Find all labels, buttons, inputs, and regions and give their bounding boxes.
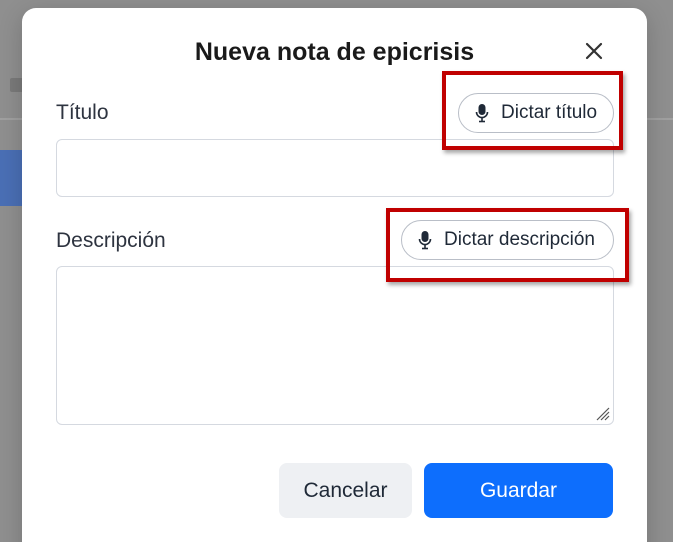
title-field-label: Título (56, 101, 109, 124)
background-sidebar-accent (0, 150, 22, 206)
resize-grip-icon[interactable] (594, 405, 610, 421)
dictate-title-label: Dictar título (501, 102, 598, 123)
dictate-title-button[interactable]: Dictar título (458, 93, 614, 133)
description-field-label: Descripción (56, 229, 166, 252)
background-divider (647, 118, 673, 120)
description-textarea[interactable] (56, 266, 614, 425)
microphone-icon (475, 103, 489, 123)
epicrisis-note-dialog: Nueva nota de epicrisis Título Dictar tí… (22, 8, 647, 542)
dictate-description-label: Dictar descripción (444, 229, 595, 250)
dialog-title: Nueva nota de epicrisis (194, 38, 475, 66)
close-icon (585, 42, 603, 60)
title-input[interactable] (56, 139, 614, 197)
save-button[interactable]: Guardar (424, 463, 613, 518)
background-divider (0, 118, 22, 120)
close-button[interactable] (579, 36, 609, 66)
microphone-icon (418, 230, 432, 250)
cancel-button[interactable]: Cancelar (279, 463, 412, 518)
dictate-description-button[interactable]: Dictar descripción (401, 220, 614, 260)
